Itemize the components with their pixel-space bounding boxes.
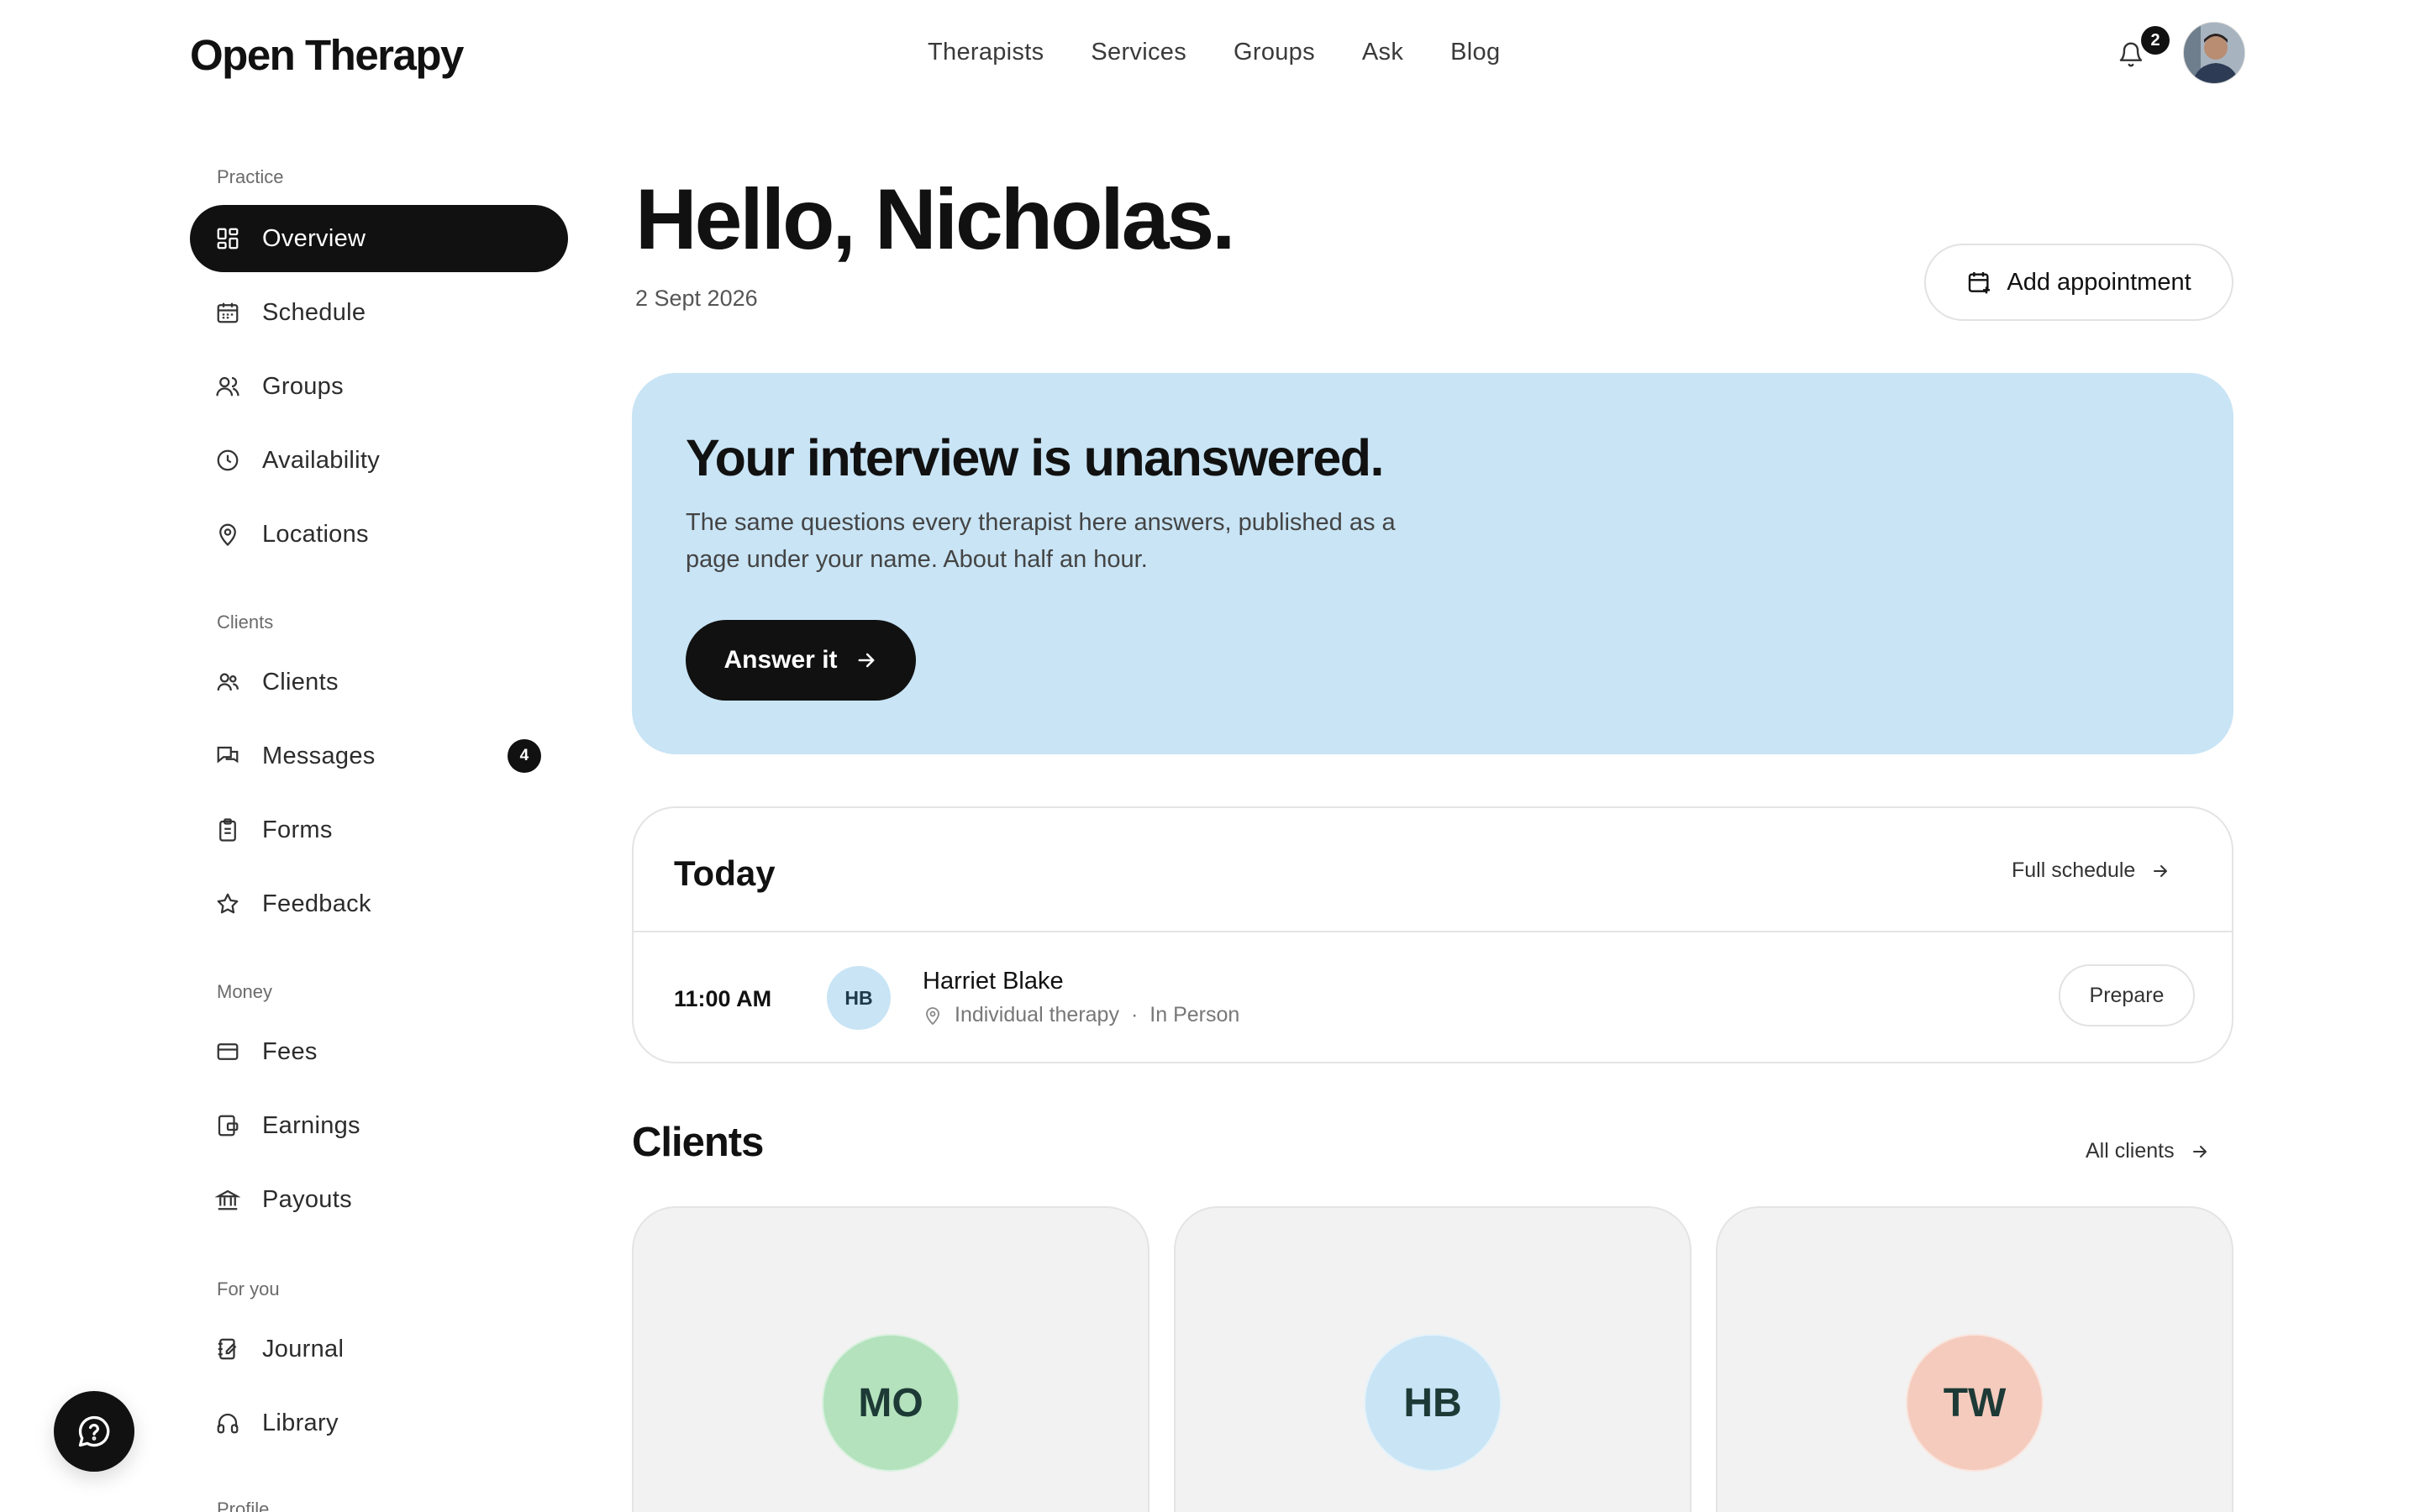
clients-section-title: Clients: [632, 1120, 764, 1165]
sidebar-item-clients[interactable]: Clients: [190, 648, 568, 716]
banner-body: The same questions every therapist here …: [686, 509, 1396, 573]
client-avatar: TW: [1906, 1334, 2044, 1472]
arrow-right-icon: [858, 653, 874, 668]
brand-logo[interactable]: Open Therapy: [190, 30, 464, 80]
map-pin-icon: [926, 1006, 939, 1025]
nav-therapists[interactable]: Therapists: [928, 39, 1044, 66]
sidebar-item-label: Clients: [262, 668, 339, 696]
credit-card-icon: [217, 1043, 239, 1060]
top-nav: Therapists Services Groups Ask Blog: [928, 39, 1500, 66]
sidebar-item-label: Journal: [262, 1335, 345, 1362]
client-avatar: HB: [827, 966, 891, 1030]
users-icon: [216, 376, 239, 396]
appointment-time: 11:00 AM: [674, 986, 772, 1011]
sidebar-section-label: Profile: [217, 1499, 270, 1512]
sidebar-item-journal[interactable]: Journal: [190, 1315, 568, 1383]
clipboard-icon: [219, 818, 236, 842]
calendar-plus-icon: [1969, 272, 1991, 294]
add-appointment-label: Add appointment: [2007, 268, 2191, 296]
today-panel: Today Full schedule 11:00 AM HB Harriet …: [632, 806, 2233, 1063]
sidebar-item-label: Library: [262, 1409, 339, 1436]
sidebar-section-label: Clients: [217, 612, 274, 633]
sidebar-item-schedule[interactable]: Schedule: [190, 279, 568, 346]
all-clients-link[interactable]: All clients: [2086, 1139, 2210, 1163]
client-card[interactable]: HB: [1174, 1206, 1691, 1512]
calendar-icon: [217, 302, 239, 323]
sidebar-item-label: Overview: [262, 224, 366, 252]
notebook-icon: [218, 1338, 237, 1360]
current-date: 2 Sept 2026: [635, 286, 758, 311]
chat-icon: [217, 746, 239, 764]
sidebar-section-label: For you: [217, 1278, 280, 1299]
bell-icon: [2119, 42, 2143, 67]
sidebar-item-locations[interactable]: Locations: [190, 501, 568, 568]
arrow-right-icon: [2154, 864, 2168, 877]
today-title: Today: [674, 853, 776, 893]
nav-ask[interactable]: Ask: [1362, 39, 1403, 66]
full-schedule-label: Full schedule: [2012, 858, 2136, 882]
help-button[interactable]: [54, 1391, 134, 1472]
prepare-button[interactable]: Prepare: [2059, 964, 2195, 1026]
sidebar-item-messages[interactable]: Messages 4: [190, 722, 568, 790]
notifications-button[interactable]: 2: [2109, 26, 2170, 76]
appointment-mode: In Person: [1150, 1003, 1240, 1026]
sidebar-item-label: Earnings: [262, 1111, 360, 1139]
user-avatar[interactable]: [2183, 22, 2245, 84]
bank-icon: [215, 1189, 240, 1210]
sidebar: Practice Overview Schedule Groups Availa…: [190, 166, 568, 1512]
wallet-icon: [218, 1115, 239, 1137]
appointment-type: Individual therapy: [955, 1003, 1119, 1026]
map-pin-icon: [219, 523, 236, 547]
answer-it-button[interactable]: Answer it: [686, 620, 916, 701]
sidebar-item-earnings[interactable]: Earnings: [190, 1092, 568, 1159]
clock-icon: [217, 449, 239, 471]
client-avatar: MO: [822, 1334, 960, 1472]
sidebar-item-fees[interactable]: Fees: [190, 1018, 568, 1085]
sidebar-item-label: Payouts: [262, 1185, 352, 1213]
sidebar-section-label: Practice: [217, 166, 284, 187]
interview-banner: Your interview is unanswered. The same q…: [632, 373, 2233, 754]
page-title: Hello, Nicholas.: [635, 171, 1236, 267]
separator-dot: ·: [1130, 1003, 1139, 1026]
sidebar-item-availability[interactable]: Availability: [190, 427, 568, 494]
sidebar-section-label: Money: [217, 981, 273, 1002]
help-chat-icon: [78, 1415, 110, 1447]
divider: [634, 931, 2232, 932]
sidebar-item-forms[interactable]: Forms: [190, 796, 568, 864]
people-icon: [217, 673, 239, 691]
sidebar-item-label: Groups: [262, 372, 344, 400]
sidebar-item-label: Messages: [262, 742, 376, 769]
sidebar-item-groups[interactable]: Groups: [190, 353, 568, 420]
client-card[interactable]: MO: [632, 1206, 1150, 1512]
star-icon: [217, 893, 239, 914]
notification-count-badge: 2: [2141, 26, 2170, 55]
sidebar-item-feedback[interactable]: Feedback: [190, 870, 568, 937]
add-appointment-button[interactable]: Add appointment: [1924, 244, 2233, 321]
sidebar-item-label: Forms: [262, 816, 333, 843]
grid-icon: [217, 228, 239, 249]
appointment-meta: Individual therapy · In Person: [923, 1003, 1239, 1027]
sidebar-item-payouts[interactable]: Payouts: [190, 1166, 568, 1233]
sidebar-item-label: Locations: [262, 520, 369, 548]
nav-services[interactable]: Services: [1091, 39, 1186, 66]
sidebar-item-overview[interactable]: Overview: [190, 205, 568, 272]
all-clients-label: All clients: [2086, 1139, 2175, 1163]
arrow-right-icon: [2192, 1145, 2207, 1158]
client-avatar: HB: [1364, 1334, 1502, 1472]
sidebar-item-label: Schedule: [262, 298, 366, 326]
sidebar-item-label: Availability: [262, 446, 381, 474]
headphones-icon: [217, 1413, 239, 1434]
nav-blog[interactable]: Blog: [1450, 39, 1500, 66]
sidebar-item-label: Feedback: [262, 890, 371, 917]
sidebar-item-label: Fees: [262, 1037, 318, 1065]
answer-it-label: Answer it: [723, 646, 838, 674]
nav-groups[interactable]: Groups: [1234, 39, 1315, 66]
messages-count-badge: 4: [508, 739, 541, 773]
banner-title: Your interview is unanswered.: [686, 429, 1384, 486]
client-card[interactable]: TW: [1716, 1206, 2233, 1512]
sidebar-item-library[interactable]: Library: [190, 1389, 568, 1457]
full-schedule-link[interactable]: Full schedule: [2012, 858, 2170, 883]
client-name: Harriet Blake: [923, 968, 1064, 995]
